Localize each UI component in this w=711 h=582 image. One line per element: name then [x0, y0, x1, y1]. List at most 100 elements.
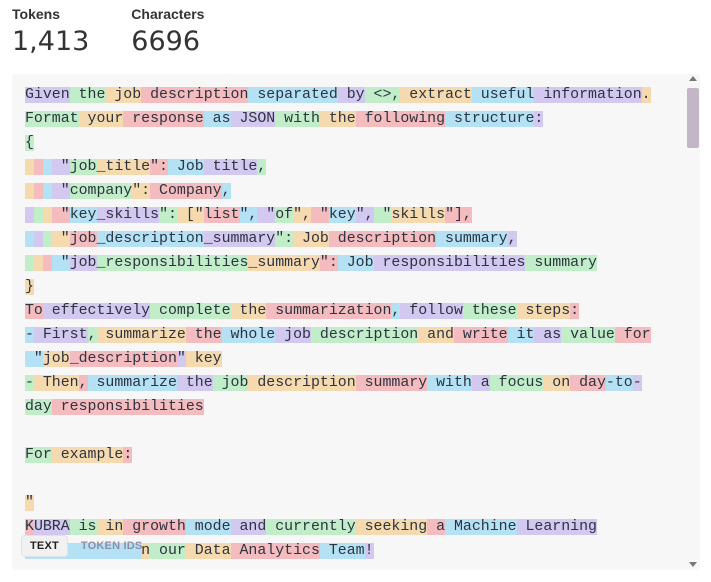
token: responsibilities [373, 255, 526, 271]
token: description [310, 327, 419, 343]
token: Job [293, 231, 329, 247]
token: ": [319, 255, 338, 271]
token: summary [355, 375, 428, 391]
token: First [33, 327, 88, 343]
token: the [230, 303, 267, 319]
token: summarize [87, 375, 177, 391]
token: your [78, 111, 124, 127]
token: job [212, 375, 249, 391]
token: description [328, 231, 437, 247]
scroll-thumb[interactable] [687, 88, 699, 148]
token: as [534, 327, 562, 343]
scroll-up-arrow-icon[interactable] [689, 76, 697, 81]
token: ": [275, 231, 294, 247]
token: To [25, 303, 43, 319]
token: ": [132, 183, 151, 199]
token: whole [221, 327, 276, 343]
token: and [418, 327, 454, 343]
token: a [427, 519, 446, 535]
characters-label: Characters [131, 6, 205, 22]
text-line: "job_description" key [25, 347, 665, 371]
token [25, 231, 34, 247]
text-line: "company": Company, [25, 179, 665, 203]
token: title [203, 159, 258, 175]
token: following [355, 111, 446, 127]
token [42, 207, 52, 223]
token-ids-view-button[interactable]: TOKEN IDS [73, 536, 151, 556]
token [42, 255, 52, 271]
token: job [69, 159, 97, 175]
text-line [25, 419, 665, 443]
characters-stat: Characters 6696 [131, 6, 204, 57]
vertical-scrollbar[interactable] [686, 74, 700, 570]
token: summary [525, 255, 597, 271]
token: summarization [266, 303, 392, 319]
token: response [123, 111, 204, 127]
token: information [534, 87, 642, 103]
token: ", [239, 207, 258, 223]
token: Job [337, 255, 374, 271]
token: job [69, 231, 97, 247]
token: " [51, 183, 70, 199]
view-toggle: TEXT TOKEN IDS [22, 536, 150, 556]
token [42, 183, 52, 199]
token: _skills [96, 207, 160, 223]
token: . [641, 87, 651, 103]
token: as [203, 111, 231, 127]
text-line: } [25, 275, 665, 299]
token: key [185, 351, 222, 367]
token: _description [96, 231, 204, 247]
token: with [275, 111, 320, 127]
token: separated [248, 87, 338, 103]
token: Learning [516, 519, 597, 535]
token: ! [364, 543, 374, 559]
token: " [51, 255, 70, 271]
text-line: Given the job description separated by <… [25, 83, 665, 107]
token: Job [168, 159, 204, 175]
token: Given [25, 87, 70, 103]
token: " [51, 159, 70, 175]
token: <>, [364, 87, 401, 103]
token: for [614, 327, 651, 343]
token [33, 255, 43, 271]
token: : [570, 303, 580, 319]
text-line: "job_responsibilities_summary": Job resp… [25, 251, 665, 275]
characters-value: 6696 [131, 26, 201, 57]
token: job [42, 351, 70, 367]
token: ", [355, 207, 374, 223]
token: job [69, 255, 97, 271]
token: description [141, 87, 249, 103]
token: [" [176, 207, 204, 223]
token: list [203, 207, 240, 223]
token: " [311, 207, 329, 223]
token: summarize [96, 327, 186, 343]
text-line: " [25, 491, 665, 515]
tokenized-text-panel: Given the job description separated by <… [12, 74, 700, 570]
token: write [453, 327, 508, 343]
token: the [319, 111, 356, 127]
token: seeking [355, 519, 428, 535]
token: with [427, 375, 472, 391]
token: day [570, 375, 606, 391]
token: Analytics [230, 543, 320, 559]
tokenized-text: Given the job description separated by <… [25, 83, 665, 563]
token: : [534, 111, 544, 127]
token [33, 159, 43, 175]
token: " [51, 207, 70, 223]
token: by [337, 87, 365, 103]
token: , [78, 375, 88, 391]
scroll-down-arrow-icon[interactable] [689, 562, 697, 567]
token: { [25, 135, 34, 151]
token: responsibilities [51, 399, 204, 415]
token: complete [150, 303, 231, 319]
token: -to [605, 375, 633, 391]
token: Machine [445, 519, 517, 535]
token: value [561, 327, 615, 343]
token: extract [400, 87, 472, 103]
token: follow [400, 303, 463, 319]
token: : [123, 447, 133, 463]
token: } [25, 279, 34, 295]
tokens-label: Tokens [12, 6, 60, 22]
text-line: "job_title": Job title, [25, 155, 665, 179]
text-view-button[interactable]: TEXT [22, 536, 67, 556]
